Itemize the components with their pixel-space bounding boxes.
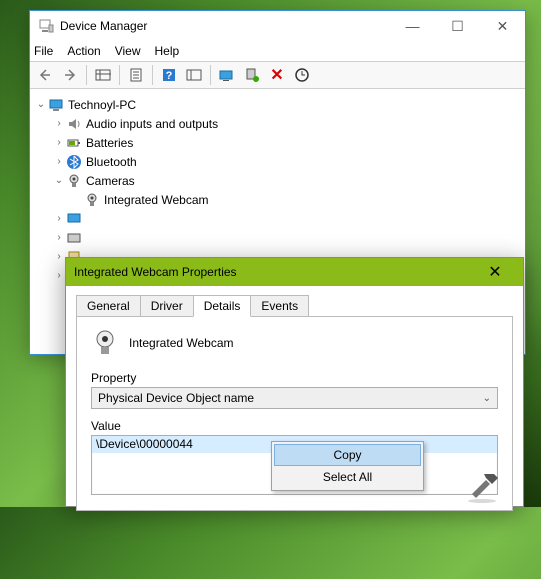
dialog-title: Integrated Webcam Properties bbox=[74, 265, 237, 279]
bluetooth-icon bbox=[66, 154, 82, 170]
menu-help[interactable]: Help bbox=[155, 44, 180, 58]
tab-general[interactable]: General bbox=[76, 295, 141, 317]
window-title: Device Manager bbox=[60, 19, 147, 33]
device-manager-icon bbox=[38, 18, 54, 34]
tree-label: Audio inputs and outputs bbox=[86, 117, 218, 131]
chevron-down-icon: ⌄ bbox=[483, 393, 491, 404]
close-button[interactable]: ✕ bbox=[480, 12, 525, 41]
context-menu: Copy Select All bbox=[271, 441, 424, 491]
tree-label: Technoyl-PC bbox=[68, 98, 136, 112]
context-select-all[interactable]: Select All bbox=[274, 466, 421, 488]
minimize-button[interactable]: — bbox=[390, 12, 435, 41]
uninstall-button[interactable]: ✕ bbox=[266, 64, 288, 86]
back-button[interactable] bbox=[34, 64, 56, 86]
context-copy[interactable]: Copy bbox=[274, 444, 421, 466]
tree-label: Batteries bbox=[86, 136, 133, 150]
help-button[interactable]: ? bbox=[158, 64, 180, 86]
titlebar[interactable]: Device Manager — ☐ ✕ bbox=[30, 11, 525, 41]
tree-label: Cameras bbox=[86, 174, 135, 188]
scan-hardware-button[interactable] bbox=[291, 64, 313, 86]
property-label: Property bbox=[91, 371, 498, 385]
speaker-icon bbox=[66, 116, 82, 132]
expand-icon[interactable]: ⌄ bbox=[34, 99, 48, 110]
tree-item-audio[interactable]: › Audio inputs and outputs bbox=[34, 114, 521, 133]
tree-item-integrated-webcam[interactable]: Integrated Webcam bbox=[34, 190, 521, 209]
tree-label: Bluetooth bbox=[86, 155, 137, 169]
menu-action[interactable]: Action bbox=[67, 44, 100, 58]
forward-button[interactable] bbox=[59, 64, 81, 86]
device-name: Integrated Webcam bbox=[129, 336, 234, 350]
tree-item-cameras[interactable]: ⌄ Cameras bbox=[34, 171, 521, 190]
battery-icon bbox=[66, 135, 82, 151]
properties-button[interactable] bbox=[125, 64, 147, 86]
property-dropdown[interactable]: Physical Device Object name ⌄ bbox=[91, 387, 498, 409]
enable-device-button[interactable] bbox=[241, 64, 263, 86]
menu-view[interactable]: View bbox=[115, 44, 141, 58]
tab-events[interactable]: Events bbox=[250, 295, 309, 317]
webcam-icon bbox=[84, 192, 100, 208]
scan-button[interactable] bbox=[183, 64, 205, 86]
menu-file[interactable]: File bbox=[34, 44, 53, 58]
tree-root[interactable]: ⌄ Technoyl-PC bbox=[34, 95, 521, 114]
dialog-titlebar[interactable]: Integrated Webcam Properties ✕ bbox=[66, 258, 523, 286]
camera-icon bbox=[66, 173, 82, 189]
tab-details[interactable]: Details bbox=[193, 295, 252, 317]
webcam-icon bbox=[91, 329, 119, 357]
show-hidden-button[interactable] bbox=[92, 64, 114, 86]
expand-icon[interactable]: › bbox=[52, 118, 66, 129]
computer-icon bbox=[48, 97, 64, 113]
tree-label: Integrated Webcam bbox=[104, 193, 209, 207]
tree-item-obscured[interactable]: › bbox=[34, 209, 521, 228]
dropdown-value: Physical Device Object name bbox=[98, 391, 254, 405]
expand-icon[interactable]: › bbox=[52, 137, 66, 148]
tab-driver[interactable]: Driver bbox=[140, 295, 194, 317]
close-button[interactable]: ✕ bbox=[475, 262, 515, 282]
update-driver-button[interactable] bbox=[216, 64, 238, 86]
value-label: Value bbox=[91, 419, 498, 433]
tab-strip: General Driver Details Events bbox=[76, 295, 513, 317]
hammer-icon bbox=[462, 464, 502, 504]
maximize-button[interactable]: ☐ bbox=[435, 12, 480, 41]
tree-item-obscured[interactable]: › bbox=[34, 228, 521, 247]
menubar: File Action View Help bbox=[30, 41, 525, 61]
expand-icon[interactable]: › bbox=[52, 156, 66, 167]
svg-text:?: ? bbox=[166, 70, 173, 82]
tree-item-bluetooth[interactable]: › Bluetooth bbox=[34, 152, 521, 171]
expand-icon[interactable]: ⌄ bbox=[52, 175, 66, 186]
toolbar: ? ✕ bbox=[30, 61, 525, 89]
tree-item-batteries[interactable]: › Batteries bbox=[34, 133, 521, 152]
